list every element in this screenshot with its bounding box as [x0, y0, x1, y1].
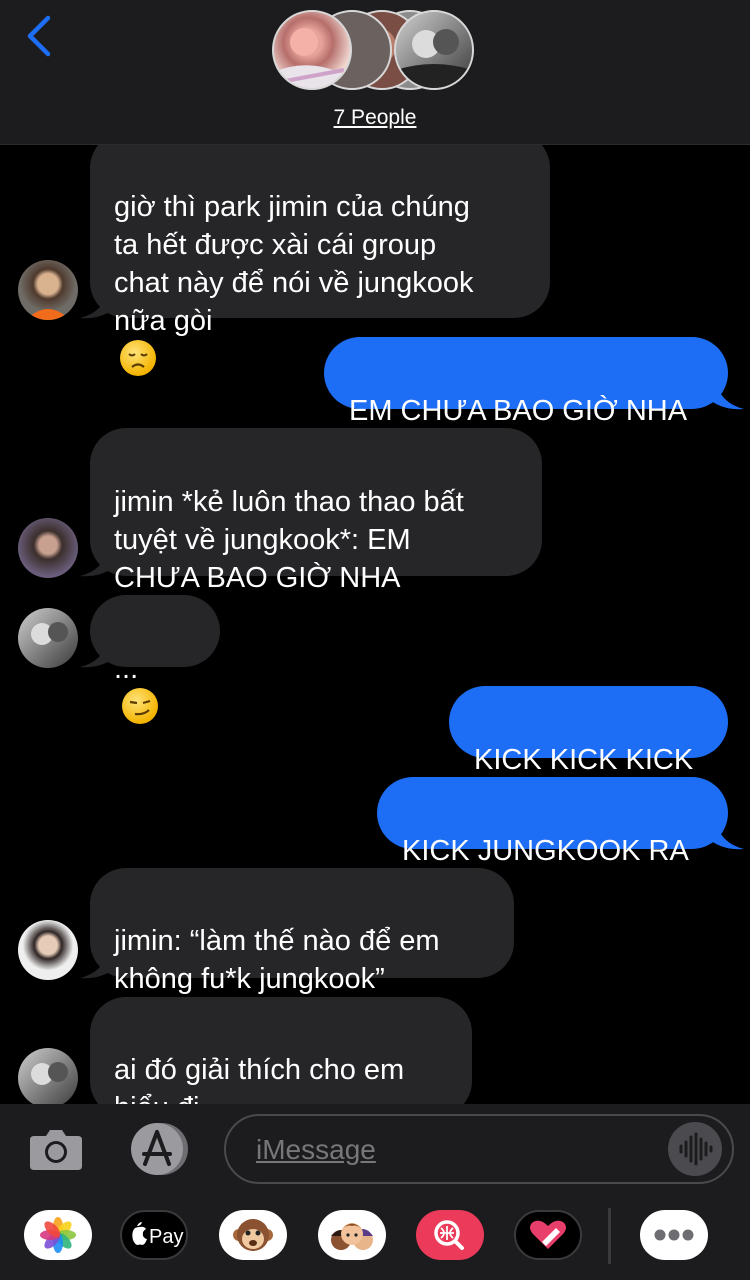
conversation-header: 7 People	[0, 0, 750, 145]
bubble-tail	[706, 381, 744, 410]
avatar[interactable]	[18, 1048, 78, 1104]
message-text: jimin: “làm thế nào để em không fu*k jun…	[114, 925, 440, 995]
photos-app-icon[interactable]	[24, 1210, 92, 1260]
outgoing-message-bubble[interactable]: KICK KICK KICK	[449, 686, 728, 776]
disappointed-face-icon	[120, 340, 156, 376]
avatar[interactable]	[18, 608, 78, 668]
app-store-icon[interactable]	[126, 1120, 192, 1178]
message-text: jimin *kẻ luôn thao thao bất tuyệt về ju…	[114, 486, 464, 594]
bubble-tail	[706, 821, 744, 850]
memoji-app-icon[interactable]	[318, 1210, 386, 1260]
message-text: KICK JUNGKOOK RA	[402, 835, 689, 867]
composer-bar: iMessage	[0, 1104, 750, 1194]
avatar	[272, 10, 352, 90]
audio-waveform-icon[interactable]	[668, 1122, 722, 1176]
message-text: KICK KICK KICK	[474, 744, 694, 776]
incoming-message-bubble[interactable]: jimin: “làm thế nào để em không fu*k jun…	[90, 868, 514, 995]
bubble-tail	[80, 950, 118, 979]
message-list[interactable]: giờ thì park jimin của chúng ta hết được…	[0, 144, 750, 1104]
chevron-left-icon[interactable]	[22, 14, 58, 58]
avatar[interactable]	[18, 260, 78, 320]
avatar[interactable]	[18, 518, 78, 578]
incoming-message-bubble[interactable]: giờ thì park jimin của chúng ta hết được…	[90, 144, 550, 376]
outgoing-message-bubble[interactable]: KICK JUNGKOOK RA	[377, 777, 728, 867]
message-input-placeholder: iMessage	[256, 1134, 376, 1165]
message-text: EM CHƯA BAO GIỜ NHA	[349, 395, 688, 427]
message-text: ai đó giải thích cho em hiểu đi	[114, 1054, 405, 1104]
app-drawer: Pay	[0, 1194, 750, 1280]
camera-icon[interactable]	[28, 1122, 84, 1176]
message-input[interactable]: iMessage	[224, 1114, 734, 1184]
animoji-app-icon[interactable]	[219, 1210, 287, 1260]
group-avatar-stack[interactable]	[272, 10, 482, 96]
smirking-face-icon	[122, 688, 158, 724]
digital-touch-app-icon[interactable]	[514, 1210, 582, 1260]
imessage-screen: 7 People giờ thì park jimin của chúng ta…	[0, 0, 750, 1280]
drawer-divider	[608, 1208, 611, 1264]
apple-pay-app-icon[interactable]: Pay	[120, 1210, 188, 1260]
more-apps-icon[interactable]	[640, 1210, 708, 1260]
group-member-count[interactable]: 7 People	[0, 106, 750, 130]
avatar[interactable]	[18, 920, 78, 980]
incoming-message-bubble[interactable]: ai đó giải thích cho em hiểu đi	[90, 997, 472, 1104]
gif-search-app-icon[interactable]	[416, 1210, 484, 1260]
message-text: giờ thì park jimin của chúng ta hết được…	[114, 191, 474, 337]
incoming-message-bubble[interactable]: jimin *kẻ luôn thao thao bất tuyệt về ju…	[90, 428, 542, 594]
bubble-tail	[80, 548, 118, 577]
bubble-tail	[80, 639, 118, 668]
avatar	[394, 10, 474, 90]
apple-pay-label: Pay	[149, 1226, 183, 1248]
outgoing-message-bubble[interactable]: EM CHƯA BAO GIỜ NHA	[324, 337, 728, 427]
bubble-tail	[80, 290, 118, 319]
